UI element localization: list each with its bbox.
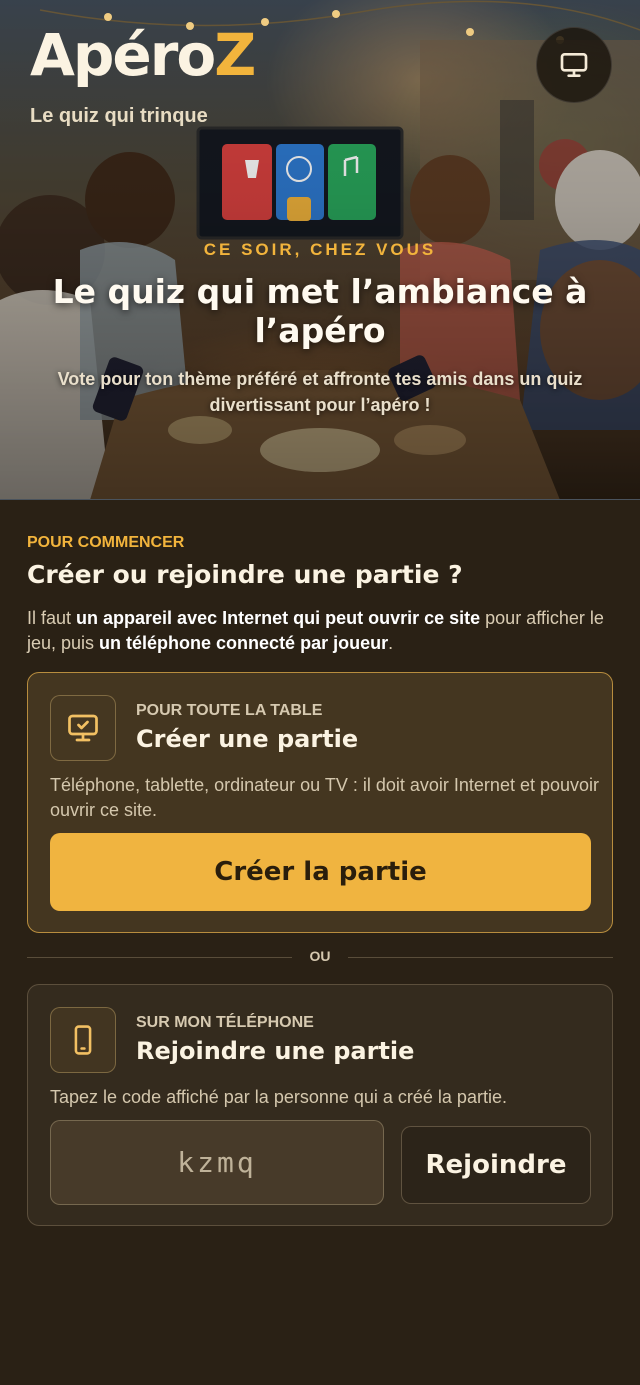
or-divider: OU [27, 946, 613, 968]
monitor-check-icon [68, 714, 98, 742]
join-game-card: SUR MON TÉLÉPHONE Rejoindre une partie T… [27, 984, 613, 1226]
app-tagline: Le quiz qui trinque [30, 105, 208, 127]
join-card-eyebrow: SUR MON TÉLÉPHONE [136, 1014, 314, 1031]
monitor-icon [560, 52, 588, 77]
create-game-button[interactable]: Créer la partie [50, 833, 591, 911]
join-card-title: Rejoindre une partie [136, 1037, 415, 1065]
intro-text: Il faut un appareil avec Internet qui pe… [27, 608, 604, 653]
app-logo[interactable]: ApéroZ [30, 26, 256, 84]
create-card-eyebrow: POUR TOUTE LA TABLE [136, 702, 323, 719]
join-card-icon [50, 1007, 116, 1073]
create-card-icon [50, 695, 116, 761]
screen-mode-button[interactable] [536, 27, 612, 103]
create-card-title: Créer une partie [136, 725, 359, 753]
game-code-input[interactable] [50, 1120, 384, 1205]
section-title: Créer ou rejoindre une partie ? [27, 560, 463, 589]
divider-label: OU [309, 948, 331, 964]
hero-kicker: CE SOIR, CHEZ VOUS [203, 240, 437, 259]
create-game-card: POUR TOUTE LA TABLE Créer une partie Tél… [27, 672, 613, 933]
create-card-description: Téléphone, tablette, ordinateur ou TV : … [50, 775, 599, 820]
join-game-button[interactable]: Rejoindre [401, 1126, 591, 1204]
join-card-description: Tapez le code affiché par la personne qu… [50, 1087, 507, 1107]
hero-title: Le quiz qui met l’ambiance à l’apéro [52, 272, 588, 350]
hero-banner: ApéroZ Le quiz qui trinque CE SOIR, CHEZ… [0, 0, 640, 500]
section-eyebrow: POUR COMMENCER [27, 534, 185, 551]
smartphone-icon [74, 1025, 92, 1055]
hero-subtitle: Vote pour ton thème préféré et affronte … [57, 369, 583, 415]
